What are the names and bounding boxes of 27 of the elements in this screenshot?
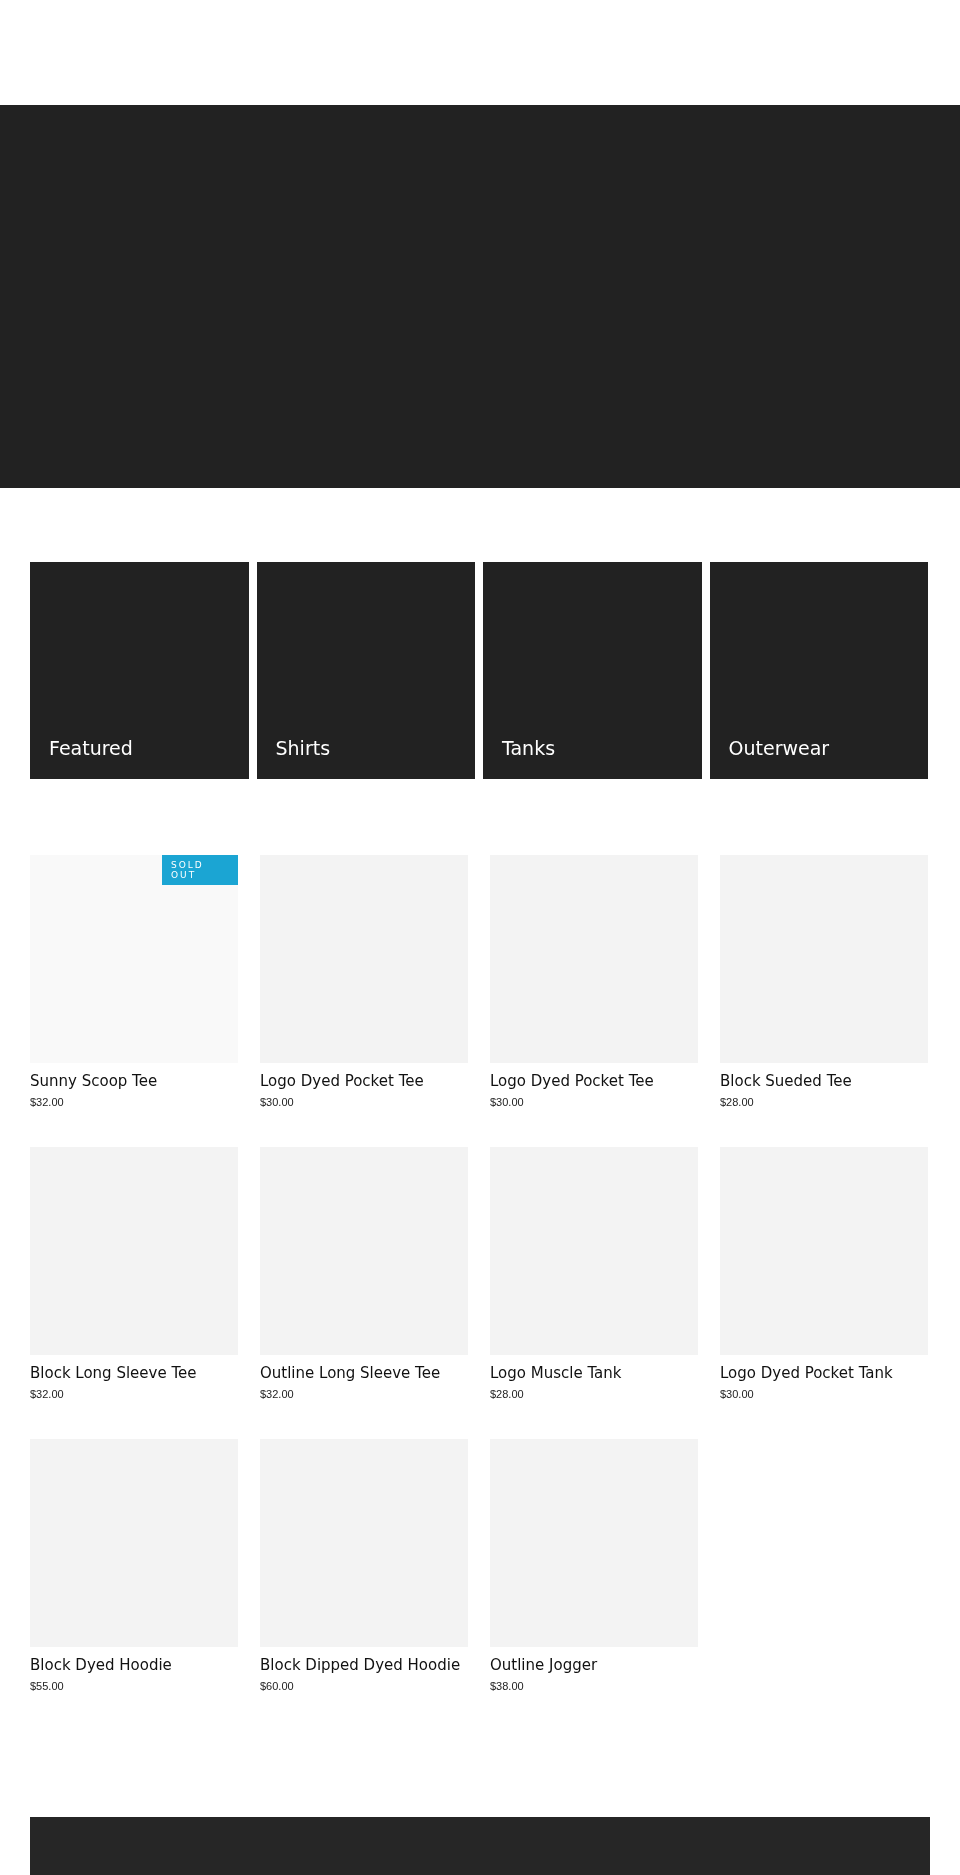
collection-tile[interactable]: Shirts — [256, 562, 475, 779]
product-title[interactable]: Block Sueded Tee — [720, 1071, 928, 1091]
product-title[interactable]: Block Dyed Hoodie — [30, 1655, 238, 1675]
sold-out-badge: SOLD OUT — [162, 855, 238, 885]
product-price: $55.00 — [30, 1680, 65, 1692]
product-price: $32.00 — [260, 1388, 295, 1400]
collection-tile[interactable]: Tanks — [483, 562, 702, 779]
product-price: $32.00 — [30, 1388, 65, 1400]
product-title[interactable]: Block Long Sleeve Tee — [30, 1363, 238, 1383]
collection-tile[interactable]: Outerwear — [709, 562, 928, 779]
collection-tile[interactable]: Featured — [30, 562, 249, 779]
product-title[interactable]: Outline Jogger — [490, 1655, 698, 1675]
product-price: $60.00 — [260, 1680, 295, 1692]
product-price: $28.00 — [720, 1096, 755, 1108]
product-title[interactable]: Logo Dyed Pocket Tee — [490, 1071, 698, 1091]
product-title[interactable]: Outline Long Sleeve Tee — [260, 1363, 468, 1383]
product-price: $30.00 — [260, 1096, 295, 1108]
product-title[interactable]: Block Dipped Dyed Hoodie — [260, 1655, 468, 1675]
product-title[interactable]: Logo Dyed Pocket Tank — [720, 1363, 928, 1383]
product-title[interactable]: Logo Dyed Pocket Tee — [260, 1071, 468, 1091]
product-price: $38.00 — [490, 1680, 525, 1692]
product-price: $32.00 — [30, 1096, 65, 1108]
product-price: $28.00 — [490, 1388, 525, 1400]
product-title[interactable]: Sunny Scoop Tee — [30, 1071, 238, 1091]
product-price: $30.00 — [720, 1388, 755, 1400]
product-title[interactable]: Logo Muscle Tank — [490, 1363, 698, 1383]
product-price: $30.00 — [490, 1096, 525, 1108]
